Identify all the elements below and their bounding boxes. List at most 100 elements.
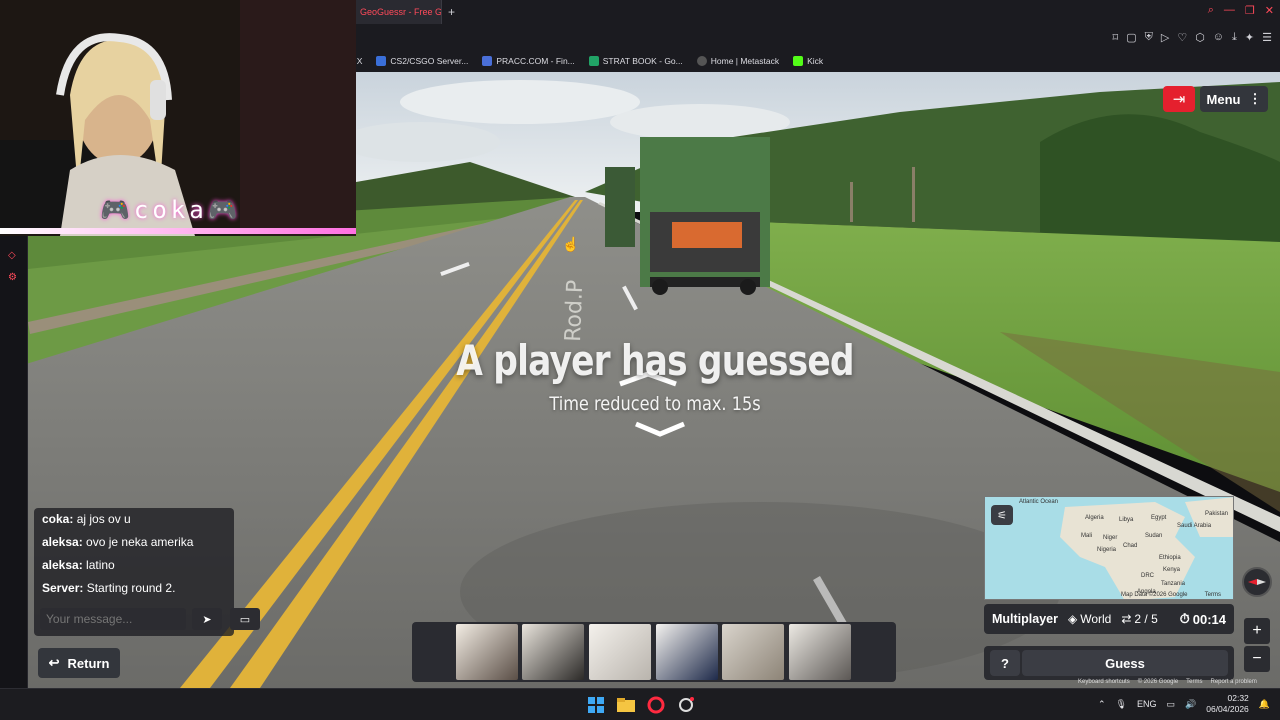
map-label: Pakistan — [1205, 511, 1229, 517]
send-button[interactable]: ➤ — [192, 608, 222, 630]
taskbar-apps — [586, 695, 696, 715]
app-icon[interactable] — [676, 695, 696, 715]
map-label: Mali — [1081, 533, 1093, 539]
product-image[interactable] — [789, 624, 851, 680]
system-tray: ⌃ 🎙 ENG ▭ 🔊 02:32 06/04/2026 🔔 — [1098, 693, 1270, 715]
guess-banner: A player has guessed Time reduced to max… — [340, 336, 970, 415]
minimize-icon[interactable]: — — [1224, 4, 1235, 17]
exit-game-button[interactable]: ⇥ — [1163, 86, 1195, 112]
window-controls: ⌕ — ❐ ✕ — [1208, 4, 1274, 17]
chevron-up-icon[interactable]: ⌃ — [1098, 699, 1106, 710]
chat-input[interactable] — [40, 608, 186, 630]
microphone-icon[interactable]: 🎙 — [1116, 699, 1127, 710]
network-icon[interactable]: ▭ — [1167, 699, 1176, 710]
terms-link[interactable]: Terms — [1186, 679, 1202, 685]
ad-product-strip — [412, 622, 896, 682]
favicon-icon — [696, 56, 707, 66]
report-problem-link[interactable]: Report a problem — [1211, 679, 1257, 685]
play-icon[interactable]: ▷ — [1161, 31, 1169, 44]
windows-start-icon[interactable] — [586, 695, 606, 715]
ai-icon[interactable]: ✦ — [1245, 31, 1254, 44]
maximize-icon[interactable]: ❐ — [1245, 4, 1255, 17]
map-label: DRC — [1141, 573, 1154, 579]
guess-button[interactable]: Guess — [1022, 650, 1228, 676]
map-label: Chad — [1123, 543, 1138, 549]
chat-message: coka: aj jos ov u — [42, 512, 131, 526]
extensions-icon[interactable]: ⬡ — [1195, 31, 1205, 44]
tab-geoguessr[interactable]: GeoGuessr - Free Ge — [352, 0, 442, 24]
clock-time: 02:32 — [1227, 693, 1249, 703]
chat-message: aleksa: latino — [42, 558, 115, 572]
zoom-out-button[interactable]: − — [1244, 646, 1270, 672]
help-button[interactable]: ? — [990, 650, 1020, 676]
map-settings-button[interactable]: ⚟ — [991, 505, 1013, 525]
new-tab-button[interactable]: + — [448, 5, 455, 19]
language-indicator[interactable]: ENG — [1137, 699, 1157, 709]
toolbar-icons: ⌑ ▢ ⛨ ▷ ♡ ⬡ ☺ ⤓ ✦ ☰ — [1113, 31, 1272, 44]
bookmark-item[interactable]: STRAT BOOK - Go... — [588, 56, 683, 66]
sliders-icon: ⚟ — [997, 509, 1007, 522]
compass-icon[interactable] — [1242, 567, 1272, 597]
favicon-icon — [793, 56, 804, 66]
search-icon[interactable]: ⌕ — [1208, 4, 1214, 17]
round-timer: ⏱ 00:14 — [1179, 611, 1226, 627]
product-image[interactable] — [656, 624, 718, 680]
settings-icon[interactable]: ⚙ — [8, 272, 17, 283]
round-counter: ⇄ 2 / 5 — [1121, 612, 1158, 626]
snapshot-icon[interactable]: ▢ — [1126, 31, 1136, 44]
product-image[interactable] — [522, 624, 584, 680]
streetview-footer: Keyboard shortcuts © 2026 Google Terms R… — [1078, 679, 1257, 685]
map-label: Kenya — [1163, 567, 1181, 573]
favicon-icon — [588, 56, 599, 66]
copyright-text: © 2026 Google — [1137, 679, 1179, 685]
file-explorer-icon[interactable] — [616, 695, 636, 715]
bookmark-icon[interactable]: ⌑ — [1113, 31, 1119, 44]
shield-icon[interactable]: ⛨ — [1145, 31, 1153, 44]
browser-toolbar: ⌑ ▢ ⛨ ▷ ♡ ⬡ ☺ ⤓ ✦ ☰ — [352, 26, 1280, 50]
clock-date: 06/04/2026 — [1206, 704, 1249, 714]
round-icon: ⇄ — [1121, 612, 1132, 626]
banner-subtitle: Time reduced to max. 15s — [549, 393, 761, 415]
chat-log-icon: ▭ — [239, 613, 251, 626]
favicon-icon — [482, 56, 493, 66]
bookmark-item[interactable]: CS2/CSGO Server... — [376, 56, 468, 66]
product-image[interactable] — [722, 624, 784, 680]
heart-icon[interactable]: ♡ — [1177, 31, 1187, 44]
bookmark-item[interactable]: PRACC.COM - Fin... — [482, 56, 575, 66]
product-image[interactable] — [589, 624, 651, 680]
streamer-name: 🎮coka🎮 — [100, 196, 242, 224]
map-label: Tanzania — [1161, 581, 1186, 587]
exit-icon: ⇥ — [1172, 91, 1186, 108]
send-icon: ➤ — [202, 613, 212, 626]
clock[interactable]: 02:32 06/04/2026 — [1206, 693, 1249, 715]
profile-icon[interactable]: ☺ — [1213, 31, 1224, 44]
notification-bell-icon[interactable]: 🔔 — [1259, 699, 1270, 710]
volume-icon[interactable]: 🔊 — [1185, 699, 1196, 710]
map-name: ◈ World — [1068, 612, 1112, 626]
timer-icon: ⏱ — [1179, 611, 1190, 626]
favicon-icon — [376, 56, 387, 66]
opera-gx-icon[interactable] — [646, 695, 666, 715]
map-label: Atlantic Ocean — [1019, 499, 1059, 505]
sidebar-icon[interactable]: ◇ — [8, 250, 16, 261]
game-mode: Multiplayer — [992, 612, 1058, 626]
webcam-border-bar — [0, 228, 356, 234]
menu-button[interactable]: Menu ⋮ — [1200, 86, 1268, 112]
zoom-in-button[interactable]: + — [1244, 618, 1270, 644]
bookmark-item[interactable]: Kick — [793, 56, 823, 66]
keyboard-shortcuts-link[interactable]: Keyboard shortcuts — [1078, 679, 1130, 685]
chat-message: aleksa: ovo je neka amerika — [42, 535, 194, 549]
return-button[interactable]: ↩ Return — [38, 648, 120, 678]
map-label: Nigeria — [1097, 547, 1117, 553]
map-label: Libya — [1119, 517, 1134, 523]
product-image[interactable] — [456, 624, 518, 680]
map-terms-link[interactable]: Terms — [1205, 592, 1221, 598]
chat-log-button[interactable]: ▭ — [230, 608, 260, 630]
windows-taskbar: ⌃ 🎙 ENG ▭ 🔊 02:32 06/04/2026 🔔 — [0, 688, 1280, 720]
map-label: Niger — [1103, 535, 1118, 541]
menu-icon[interactable]: ☰ — [1262, 31, 1272, 44]
download-icon[interactable]: ⤓ — [1232, 31, 1237, 44]
guess-map[interactable]: ⚟ Atlantic Ocean Algeria Libya Egypt Mal… — [984, 496, 1234, 600]
bookmark-item[interactable]: Home | Metastack — [696, 56, 779, 66]
close-icon[interactable]: ✕ — [1265, 4, 1274, 17]
